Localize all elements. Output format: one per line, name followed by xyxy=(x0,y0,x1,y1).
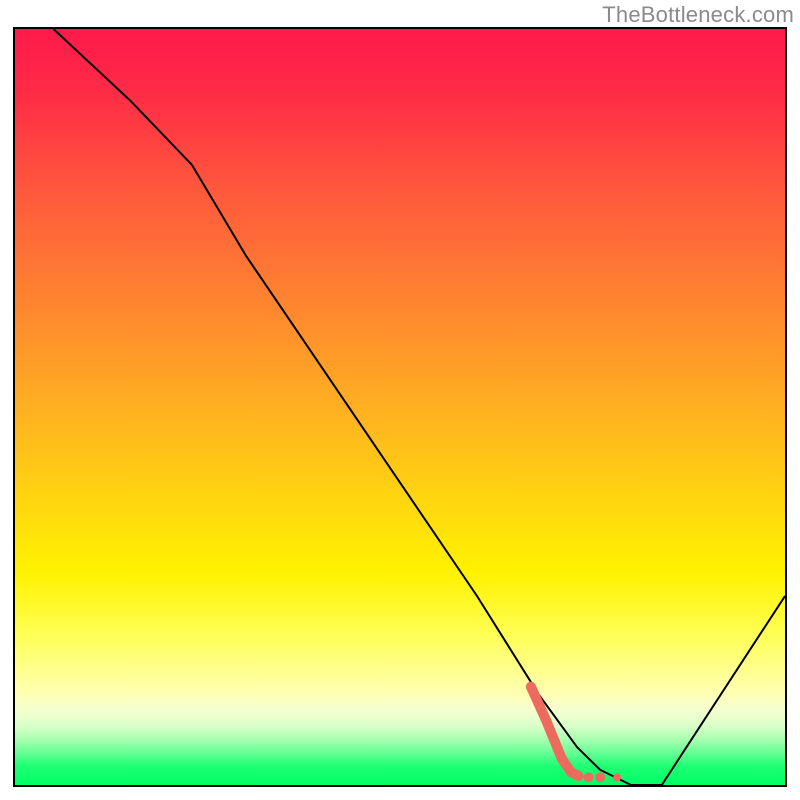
salmon-dots xyxy=(584,772,622,782)
plot-frame xyxy=(13,27,787,787)
black-curve xyxy=(54,29,786,785)
salmon-marker xyxy=(531,687,579,776)
plot-area xyxy=(15,29,785,785)
chart-svg xyxy=(15,29,785,785)
scatter-dot xyxy=(595,772,605,782)
scatter-dot xyxy=(584,772,594,782)
watermark-text: TheBottleneck.com xyxy=(602,2,794,28)
chart-container: TheBottleneck.com xyxy=(0,0,800,800)
scatter-dot xyxy=(613,773,621,781)
